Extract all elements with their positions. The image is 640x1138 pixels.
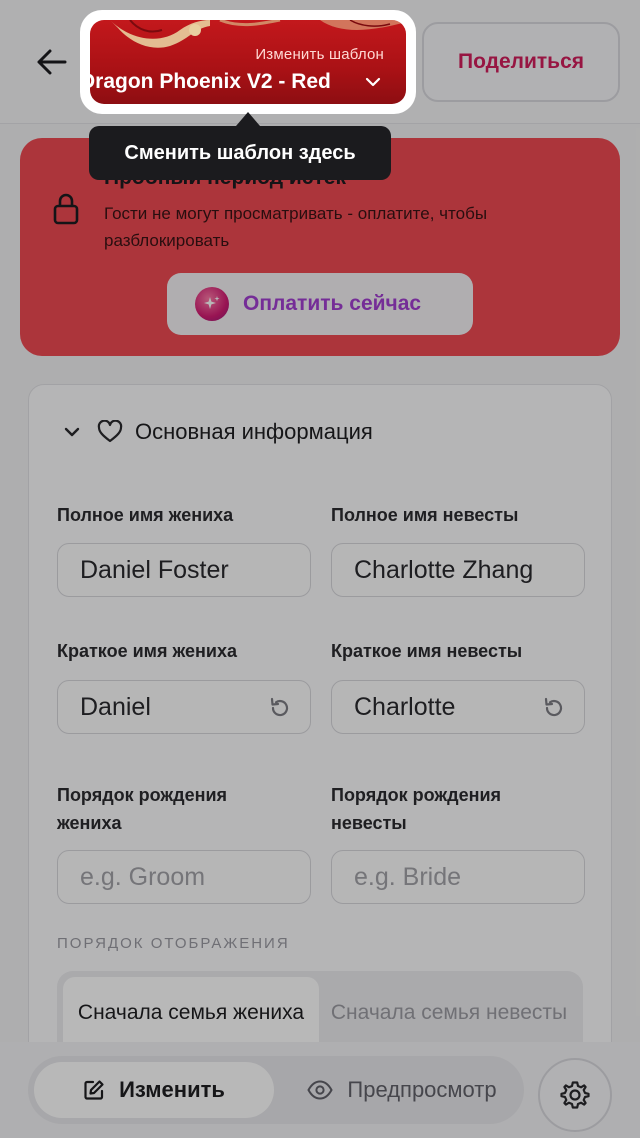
template-switcher-button[interactable]: Изменить шаблон Dragon Phoenix V2 - Red [90,20,406,104]
gear-icon [560,1081,590,1109]
groom-birth-order-input[interactable]: e.g. Groom [57,850,311,904]
edit-icon [84,1080,104,1100]
lock-icon [53,193,79,225]
groom-short-name-value: Daniel [80,692,151,721]
chevron-down-icon [365,77,381,87]
back-button[interactable] [30,40,74,84]
bride-short-name-value: Charlotte [354,692,456,721]
groom-full-name-input[interactable]: Daniel Foster [57,543,311,597]
eye-icon [307,1080,334,1100]
display-order-label: ПОРЯДОК ОТОБРАЖЕНИЯ [57,935,290,952]
edit-label: Изменить [119,1077,225,1102]
bride-full-name-input[interactable]: Charlotte Zhang [331,543,585,597]
edit-tab[interactable]: Изменить [34,1062,274,1118]
basic-info-card: Основная информация Полное имя жениха По… [28,384,612,1084]
template-switcher-highlight: Изменить шаблон Dragon Phoenix V2 - Red [80,10,416,114]
groom-birth-order-label: Порядок рождения жениха [57,785,228,833]
template-switcher-subtitle: Изменить шаблон [255,46,384,63]
groom-short-name-label: Краткое имя жениха [57,641,237,661]
sparkle-icon [195,287,229,321]
bride-birth-order-label: Порядок рождения невесты [331,785,502,833]
settings-button[interactable] [538,1058,612,1132]
change-template-tooltip: Сменить шаблон здесь [89,126,391,180]
chevron-down-icon [64,427,80,437]
bottom-toolbar: Изменить Предпросмотр [0,1042,640,1138]
bride-full-name-label: Полное имя невесты [331,505,519,525]
pay-now-label: Оплатить сейчас [243,292,422,315]
preview-tab[interactable]: Предпросмотр [284,1062,520,1118]
groom-short-name-input[interactable]: Daniel [57,680,311,734]
arrow-left-icon [37,49,67,75]
section-title: Основная информация [135,419,373,444]
basic-info-header[interactable]: Основная информация [63,415,373,449]
reset-icon[interactable] [542,696,566,720]
bride-short-name-label: Краткое имя невесты [331,641,523,661]
bride-short-name-input[interactable]: Charlotte [331,680,585,734]
trial-description: Гости не могут просматривать - оплатите,… [104,204,488,250]
heart-icon [97,420,123,443]
pay-now-button[interactable]: Оплатить сейчас [167,273,473,335]
groom-full-name-label: Полное имя жениха [57,505,234,525]
bride-birth-order-input[interactable]: e.g. Bride [331,850,585,904]
mode-switcher: Изменить Предпросмотр [28,1056,524,1124]
preview-label: Предпросмотр [347,1077,497,1102]
share-button[interactable]: Поделиться [422,22,620,102]
reset-icon[interactable] [268,696,292,720]
tooltip-arrow [236,112,260,126]
template-name: Dragon Phoenix V2 - Red [90,70,331,93]
